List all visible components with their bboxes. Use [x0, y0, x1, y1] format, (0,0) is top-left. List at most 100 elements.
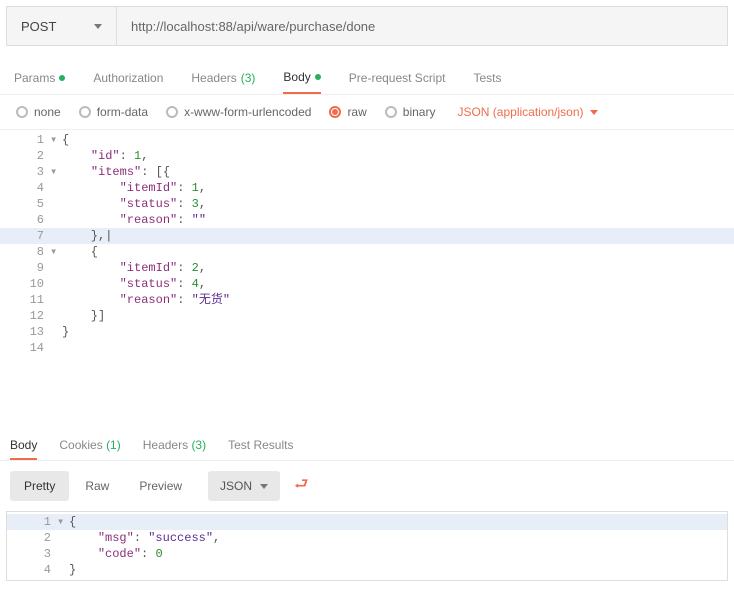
fold-toggle-icon	[50, 212, 62, 228]
headers-count: (3)	[241, 71, 256, 85]
code-content: },|	[62, 228, 734, 244]
body-type-options: none form-data x-www-form-urlencoded raw…	[0, 95, 734, 130]
fold-toggle-icon	[50, 180, 62, 196]
fold-toggle-icon[interactable]: ▾	[50, 132, 62, 148]
fold-toggle-icon	[50, 196, 62, 212]
fold-toggle-icon	[57, 546, 69, 562]
request-body-editor[interactable]: 1▾{2 "id": 1,3▾ "items": [{4 "itemId": 1…	[0, 130, 734, 420]
line-number: 9	[0, 260, 50, 276]
code-line: 3 "code": 0	[7, 546, 727, 562]
params-indicator-dot	[59, 75, 65, 81]
fold-toggle-icon	[57, 530, 69, 546]
tab-headers-label: Headers	[191, 71, 236, 85]
body-type-raw[interactable]: raw	[329, 105, 366, 119]
chevron-down-icon	[94, 24, 102, 29]
tab-params[interactable]: Params	[14, 70, 65, 94]
line-number: 1	[0, 132, 50, 148]
line-number: 10	[0, 276, 50, 292]
line-number: 5	[0, 196, 50, 212]
code-content	[62, 340, 734, 356]
body-type-formdata[interactable]: form-data	[79, 105, 148, 119]
body-type-xwww[interactable]: x-www-form-urlencoded	[166, 105, 311, 119]
fold-toggle-icon[interactable]: ▾	[50, 244, 62, 260]
fold-toggle-icon	[50, 308, 62, 324]
tab-tests[interactable]: Tests	[473, 70, 501, 94]
url-text: http://localhost:88/api/ware/purchase/do…	[131, 19, 375, 34]
response-view-preview[interactable]: Preview	[125, 471, 196, 501]
code-line: 6 "reason": ""	[0, 212, 734, 228]
response-tab-body-label: Body	[10, 438, 37, 452]
code-content: "itemId": 1,	[62, 180, 734, 196]
tab-body[interactable]: Body	[283, 70, 320, 94]
body-type-none[interactable]: none	[16, 105, 61, 119]
response-format-dropdown[interactable]: JSON	[208, 471, 280, 501]
code-content: "reason": "无货"	[62, 292, 734, 308]
fold-toggle-icon	[50, 148, 62, 164]
line-number: 3	[7, 546, 57, 562]
response-tab-tests[interactable]: Test Results	[228, 438, 293, 460]
code-line: 11 "reason": "无货"	[0, 292, 734, 308]
radio-icon	[166, 106, 178, 118]
code-content: "code": 0	[69, 546, 727, 562]
code-line: 4}	[7, 562, 727, 578]
chevron-down-icon	[590, 110, 598, 115]
response-tab-body[interactable]: Body	[10, 438, 37, 460]
http-method-dropdown[interactable]: POST	[7, 7, 117, 45]
code-content: "reason": ""	[62, 212, 734, 228]
fold-toggle-icon[interactable]: ▾	[57, 514, 69, 530]
code-line: 12 }]	[0, 308, 734, 324]
tab-authorization-label: Authorization	[93, 71, 163, 85]
tab-prerequest[interactable]: Pre-request Script	[349, 70, 446, 94]
code-line: 7 },|	[0, 228, 734, 244]
code-content: }	[62, 324, 734, 340]
response-body-editor[interactable]: 1▾{2 "msg": "success",3 "code": 04}	[6, 511, 728, 581]
tab-tests-label: Tests	[473, 71, 501, 85]
fold-toggle-icon	[50, 276, 62, 292]
line-number: 11	[0, 292, 50, 308]
fold-toggle-icon	[50, 228, 62, 244]
request-url-bar: POST http://localhost:88/api/ware/purcha…	[6, 6, 728, 46]
tab-authorization[interactable]: Authorization	[93, 70, 163, 94]
line-number: 1	[7, 514, 57, 530]
response-view-pretty[interactable]: Pretty	[10, 471, 69, 501]
body-type-formdata-label: form-data	[97, 105, 148, 119]
tab-headers[interactable]: Headers (3)	[191, 70, 255, 94]
response-tab-headers[interactable]: Headers (3)	[143, 438, 206, 460]
radio-icon	[79, 106, 91, 118]
line-number: 4	[0, 180, 50, 196]
line-number: 7	[0, 228, 50, 244]
response-tab-cookies[interactable]: Cookies (1)	[59, 438, 120, 460]
fold-toggle-icon	[57, 562, 69, 578]
response-view-preview-label: Preview	[139, 479, 182, 493]
fold-toggle-icon[interactable]: ▾	[50, 164, 62, 180]
wrap-lines-icon[interactable]: ⮐	[294, 473, 308, 500]
code-line: 2 "id": 1,	[0, 148, 734, 164]
code-line: 13}	[0, 324, 734, 340]
line-number: 2	[7, 530, 57, 546]
request-tabs: Params Authorization Headers (3) Body Pr…	[0, 46, 734, 95]
tab-prerequest-label: Pre-request Script	[349, 71, 446, 85]
body-type-binary[interactable]: binary	[385, 105, 436, 119]
response-headers-count: (3)	[191, 438, 206, 452]
url-input[interactable]: http://localhost:88/api/ware/purchase/do…	[117, 7, 727, 45]
code-content: {	[69, 514, 727, 530]
response-view-pretty-label: Pretty	[24, 479, 55, 493]
fold-toggle-icon	[50, 324, 62, 340]
http-method-value: POST	[21, 19, 56, 34]
response-toolbar: Pretty Raw Preview JSON ⮐	[0, 461, 734, 511]
code-line: 8▾ {	[0, 244, 734, 260]
code-content: {	[62, 132, 734, 148]
line-number: 3	[0, 164, 50, 180]
response-view-raw[interactable]: Raw	[71, 471, 123, 501]
code-content: "items": [{	[62, 164, 734, 180]
code-content: "itemId": 2,	[62, 260, 734, 276]
body-type-none-label: none	[34, 105, 61, 119]
line-number: 4	[7, 562, 57, 578]
content-type-dropdown[interactable]: JSON (application/json)	[457, 105, 597, 119]
response-tab-tests-label: Test Results	[228, 438, 293, 452]
code-line: 2 "msg": "success",	[7, 530, 727, 546]
line-number: 6	[0, 212, 50, 228]
code-content: "msg": "success",	[69, 530, 727, 546]
code-content: "status": 4,	[62, 276, 734, 292]
line-number: 2	[0, 148, 50, 164]
